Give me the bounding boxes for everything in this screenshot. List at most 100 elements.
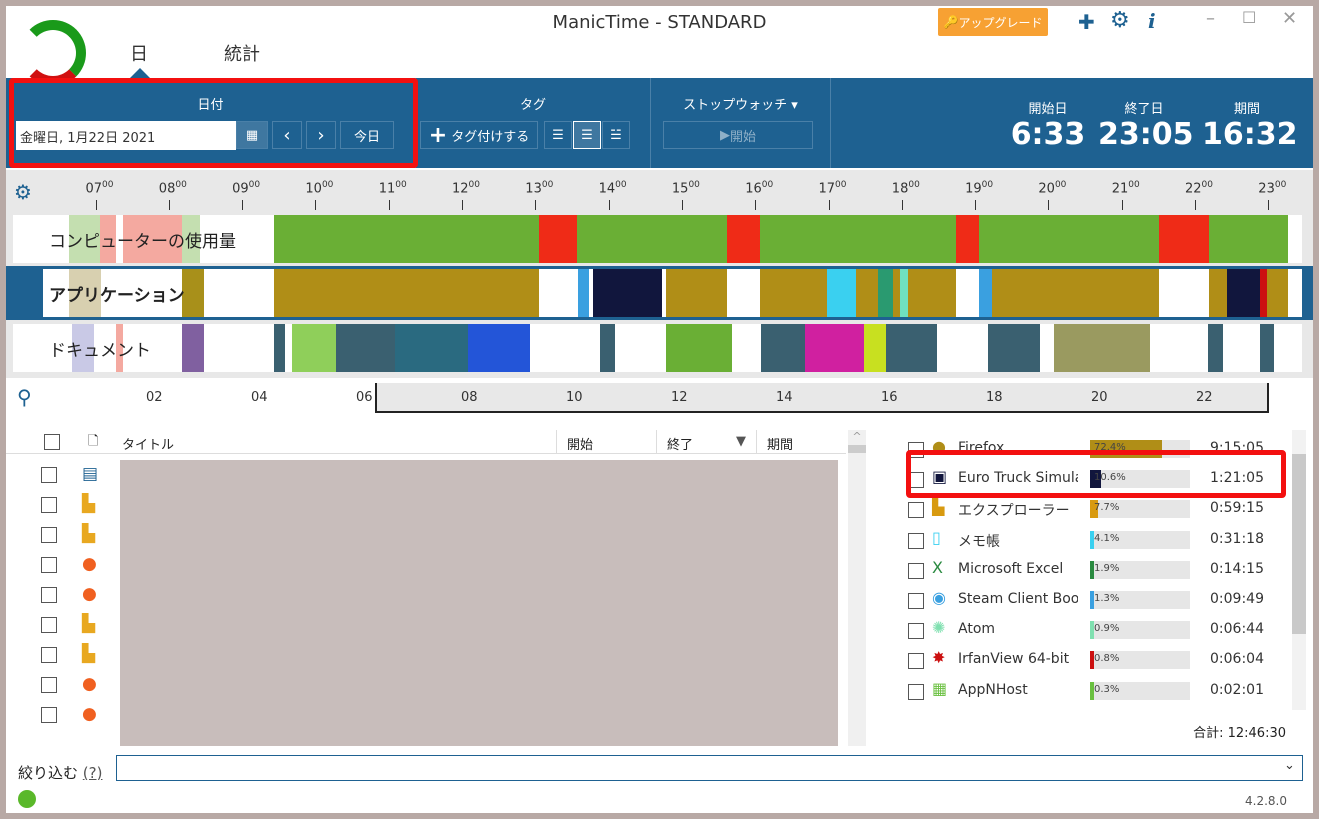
timeline-segment[interactable] xyxy=(863,324,886,372)
column-end[interactable]: 終了 ▼ xyxy=(656,430,756,454)
list-view-3-button[interactable]: ☱ xyxy=(602,121,630,149)
timeline-segment[interactable] xyxy=(978,215,1160,263)
app-row[interactable]: ◉ Steam Client Boot 1.3% 0:09:49 xyxy=(880,585,1280,615)
row-checkbox[interactable] xyxy=(41,707,57,723)
timeline-segment[interactable] xyxy=(1208,324,1223,372)
tab-stats[interactable]: 統計 xyxy=(224,40,260,66)
timeline-segment[interactable] xyxy=(394,324,468,372)
timeline-segment[interactable] xyxy=(468,324,531,372)
timeline-segment[interactable] xyxy=(805,324,864,372)
timeline-segment[interactable] xyxy=(1209,269,1227,317)
tag-header: タグ xyxy=(519,98,546,113)
app-checkbox[interactable] xyxy=(908,502,924,519)
timeline-segment[interactable] xyxy=(592,269,663,317)
track-computer-usage[interactable]: コンピューターの使用量 xyxy=(13,215,1302,263)
column-duration[interactable]: 期間 xyxy=(756,430,803,454)
timeline-segment[interactable] xyxy=(665,324,732,372)
stopwatch-section: ストップウォッチ ▾ ▶ 開始 xyxy=(651,78,831,168)
timeline-segment[interactable] xyxy=(182,324,205,372)
timeline-segment[interactable] xyxy=(1259,269,1267,317)
filter-help-link[interactable]: (?) xyxy=(83,764,103,782)
app-checkbox[interactable] xyxy=(908,593,924,609)
apps-scrollbar[interactable] xyxy=(1292,430,1306,710)
timeline-segment[interactable] xyxy=(292,324,337,372)
timeline-segment[interactable] xyxy=(1226,269,1260,317)
column-start[interactable]: 開始 xyxy=(556,430,603,454)
stopwatch-start-button[interactable]: ▶ 開始 xyxy=(663,121,813,149)
timeline-segment[interactable] xyxy=(665,269,727,317)
close-button[interactable]: ✕ xyxy=(1282,8,1297,29)
timeline-segment[interactable] xyxy=(599,324,615,372)
timeline-segment[interactable] xyxy=(539,215,578,263)
add-tag-button[interactable]: + タグ付けする xyxy=(420,121,538,149)
app-checkbox[interactable] xyxy=(908,623,924,640)
timeline-segment[interactable] xyxy=(827,269,857,317)
row-checkbox[interactable] xyxy=(41,647,57,663)
select-all-checkbox[interactable] xyxy=(44,434,60,450)
timeline-segment[interactable] xyxy=(1209,215,1289,263)
app-checkbox[interactable] xyxy=(908,562,924,579)
tab-day[interactable]: 日 xyxy=(130,40,148,66)
row-checkbox[interactable] xyxy=(41,557,57,573)
hour-label: 1500 xyxy=(671,180,700,197)
timeline-segment[interactable] xyxy=(182,269,205,317)
list-view-1-button[interactable]: ☰ xyxy=(544,121,572,149)
hour-label: 1800 xyxy=(891,180,920,197)
timeline-segment[interactable] xyxy=(726,215,760,263)
column-title[interactable]: タイトル xyxy=(122,434,174,453)
overview-selection[interactable] xyxy=(375,383,1269,413)
app-row[interactable]: ▯ メモ帳 4.1% 0:31:18 xyxy=(880,525,1280,555)
app-row[interactable]: X Microsoft Excel 1.9% 0:14:15 xyxy=(880,555,1280,585)
timeline-segment[interactable] xyxy=(336,324,395,372)
overview-bar[interactable]: ⚲ 02 04 06 08 10 12 14 16 18 20 22 xyxy=(13,383,1302,413)
row-checkbox[interactable] xyxy=(41,617,57,633)
timeline-segment[interactable] xyxy=(577,269,589,317)
list-view-2-button[interactable]: ☰ xyxy=(573,121,601,149)
timeline-segment[interactable] xyxy=(992,269,1160,317)
timeline-segment[interactable] xyxy=(1159,215,1210,263)
zoom-search-icon[interactable]: ⚲ xyxy=(17,385,32,409)
track-documents[interactable]: ドキュメント xyxy=(13,324,1302,372)
app-checkbox[interactable] xyxy=(908,532,924,549)
app-checkbox[interactable] xyxy=(908,653,924,670)
minimize-button[interactable]: – xyxy=(1206,8,1215,29)
maximize-button[interactable]: ☐ xyxy=(1242,8,1256,27)
upgrade-button[interactable]: 🔑 アップグレード xyxy=(938,8,1048,36)
row-checkbox[interactable] xyxy=(41,527,57,543)
filter-input[interactable] xyxy=(116,755,1303,781)
row-checkbox[interactable] xyxy=(41,587,57,603)
timeline-segment[interactable] xyxy=(273,215,540,263)
timeline-segment[interactable] xyxy=(988,324,1040,372)
timeline-segment[interactable] xyxy=(878,269,894,317)
timeline-segment[interactable] xyxy=(761,324,806,372)
info-icon[interactable]: i xyxy=(1148,9,1156,33)
gear-icon[interactable]: ⚙ xyxy=(1110,8,1130,33)
list-scrollbar[interactable]: ^ xyxy=(848,430,866,746)
plugin-icon[interactable]: ✚ xyxy=(1078,10,1095,34)
timeline-segment[interactable] xyxy=(1266,269,1289,317)
timeline-segment[interactable] xyxy=(1054,324,1150,372)
hour-tick xyxy=(315,200,317,210)
timeline-segment[interactable] xyxy=(577,215,727,263)
timeline-segment[interactable] xyxy=(978,269,993,317)
app-row[interactable]: ▦ AppNHost 0.3% 0:02:01 xyxy=(880,676,1280,706)
row-checkbox[interactable] xyxy=(41,497,57,513)
app-row[interactable]: ✸ IrfanView 64-bit 0.8% 0:06:04 xyxy=(880,645,1280,675)
timeline-segment[interactable] xyxy=(1259,324,1275,372)
app-row[interactable]: ✺ Atom 0.9% 0:06:44 xyxy=(880,615,1280,645)
timeline-segment[interactable] xyxy=(759,269,828,317)
timeline-segment[interactable] xyxy=(956,215,979,263)
row-checkbox[interactable] xyxy=(41,467,57,483)
track-applications[interactable]: アプリケーション xyxy=(43,269,1302,317)
app-row[interactable]: ▙ エクスプローラー 7.7% 0:59:15 xyxy=(880,494,1280,524)
timeline-segment[interactable] xyxy=(273,269,540,317)
timeline-segment[interactable] xyxy=(759,215,957,263)
timeline-settings-icon[interactable]: ⚙ xyxy=(14,180,32,204)
stopwatch-header[interactable]: ストップウォッチ ▾ xyxy=(651,94,830,113)
timeline-segment[interactable] xyxy=(273,324,285,372)
timeline-segment[interactable] xyxy=(900,269,908,317)
app-checkbox[interactable] xyxy=(908,683,924,700)
filter-dropdown-icon[interactable]: ⌄ xyxy=(1284,758,1295,773)
row-checkbox[interactable] xyxy=(41,677,57,693)
timeline-segment[interactable] xyxy=(885,324,938,372)
